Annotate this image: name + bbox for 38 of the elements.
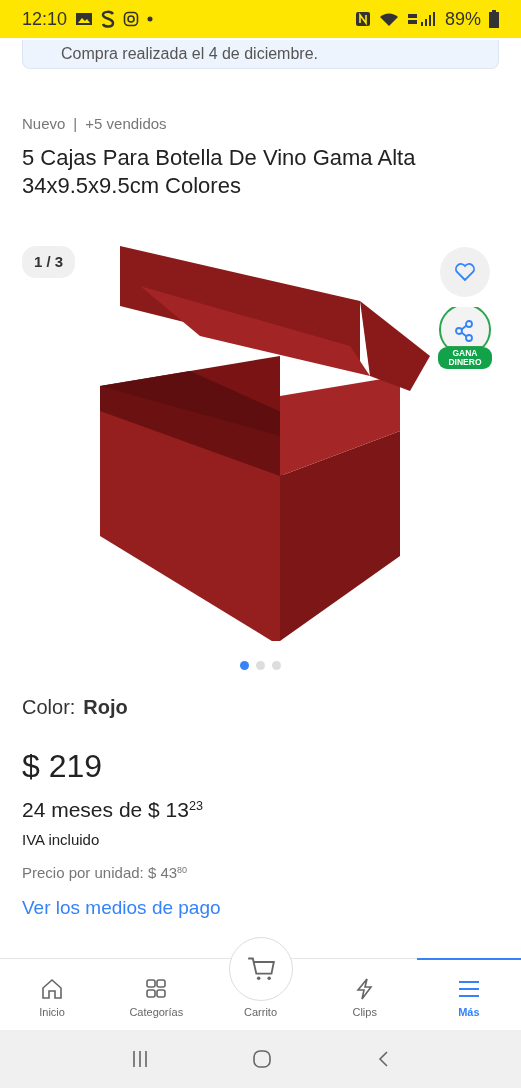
payment-methods-link[interactable]: Ver los medios de pago	[22, 894, 221, 923]
recent-apps-icon[interactable]	[132, 1050, 149, 1068]
price-text: $ 219	[22, 749, 104, 782]
wifi-icon	[378, 11, 399, 27]
camera-icon	[123, 11, 140, 27]
clock-text: 12:10	[22, 7, 68, 31]
nav-tab[interactable]: Inicio	[0, 958, 105, 1030]
signal-icon	[406, 11, 437, 27]
home-button-icon[interactable]	[252, 1049, 273, 1069]
nav-tab[interactable]: Categorías	[104, 958, 209, 1030]
favorite-button[interactable]	[440, 246, 490, 297]
carousel-dot[interactable]	[272, 660, 281, 670]
color-label: Color:	[22, 694, 76, 720]
earn-badge: GANA DINERO	[438, 346, 492, 370]
nav-tab[interactable]: Clips	[312, 958, 417, 1030]
sold-count: +5 vendidos	[85, 114, 167, 134]
battery-text: 89%	[444, 7, 481, 31]
battery-icon	[489, 10, 499, 28]
carousel-dot[interactable]	[256, 660, 265, 670]
condition-text: Nuevo	[22, 114, 66, 134]
share-icon	[439, 306, 491, 347]
nav-tab[interactable]: Carrito	[208, 928, 313, 1030]
back-icon[interactable]	[376, 1050, 389, 1068]
image-counter: 1 / 3	[22, 245, 76, 279]
unit-price: Precio por unidad: $ 43$^{80}$	[22, 862, 189, 883]
installments-text: 24 meses de $ 13$^{23}$	[22, 796, 204, 823]
image-icon	[75, 11, 94, 27]
color-value: Rojo	[83, 694, 128, 720]
share-button[interactable]: GANA DINERO	[438, 306, 492, 370]
carousel-dot[interactable]	[240, 660, 249, 670]
separator-text: |	[73, 114, 78, 134]
heart-icon	[454, 261, 476, 282]
tax-note: IVA incluido	[22, 830, 101, 851]
nfc-icon	[354, 11, 371, 27]
product-title: 5 Cajas Para Botella De Vino Gama Alta 34x9.5x9.5cm Colores	[22, 143, 417, 201]
notice-text: Compra realizada el 4 de diciembre.	[61, 45, 318, 62]
snake-s-icon	[101, 10, 116, 28]
dot-icon	[147, 16, 154, 22]
